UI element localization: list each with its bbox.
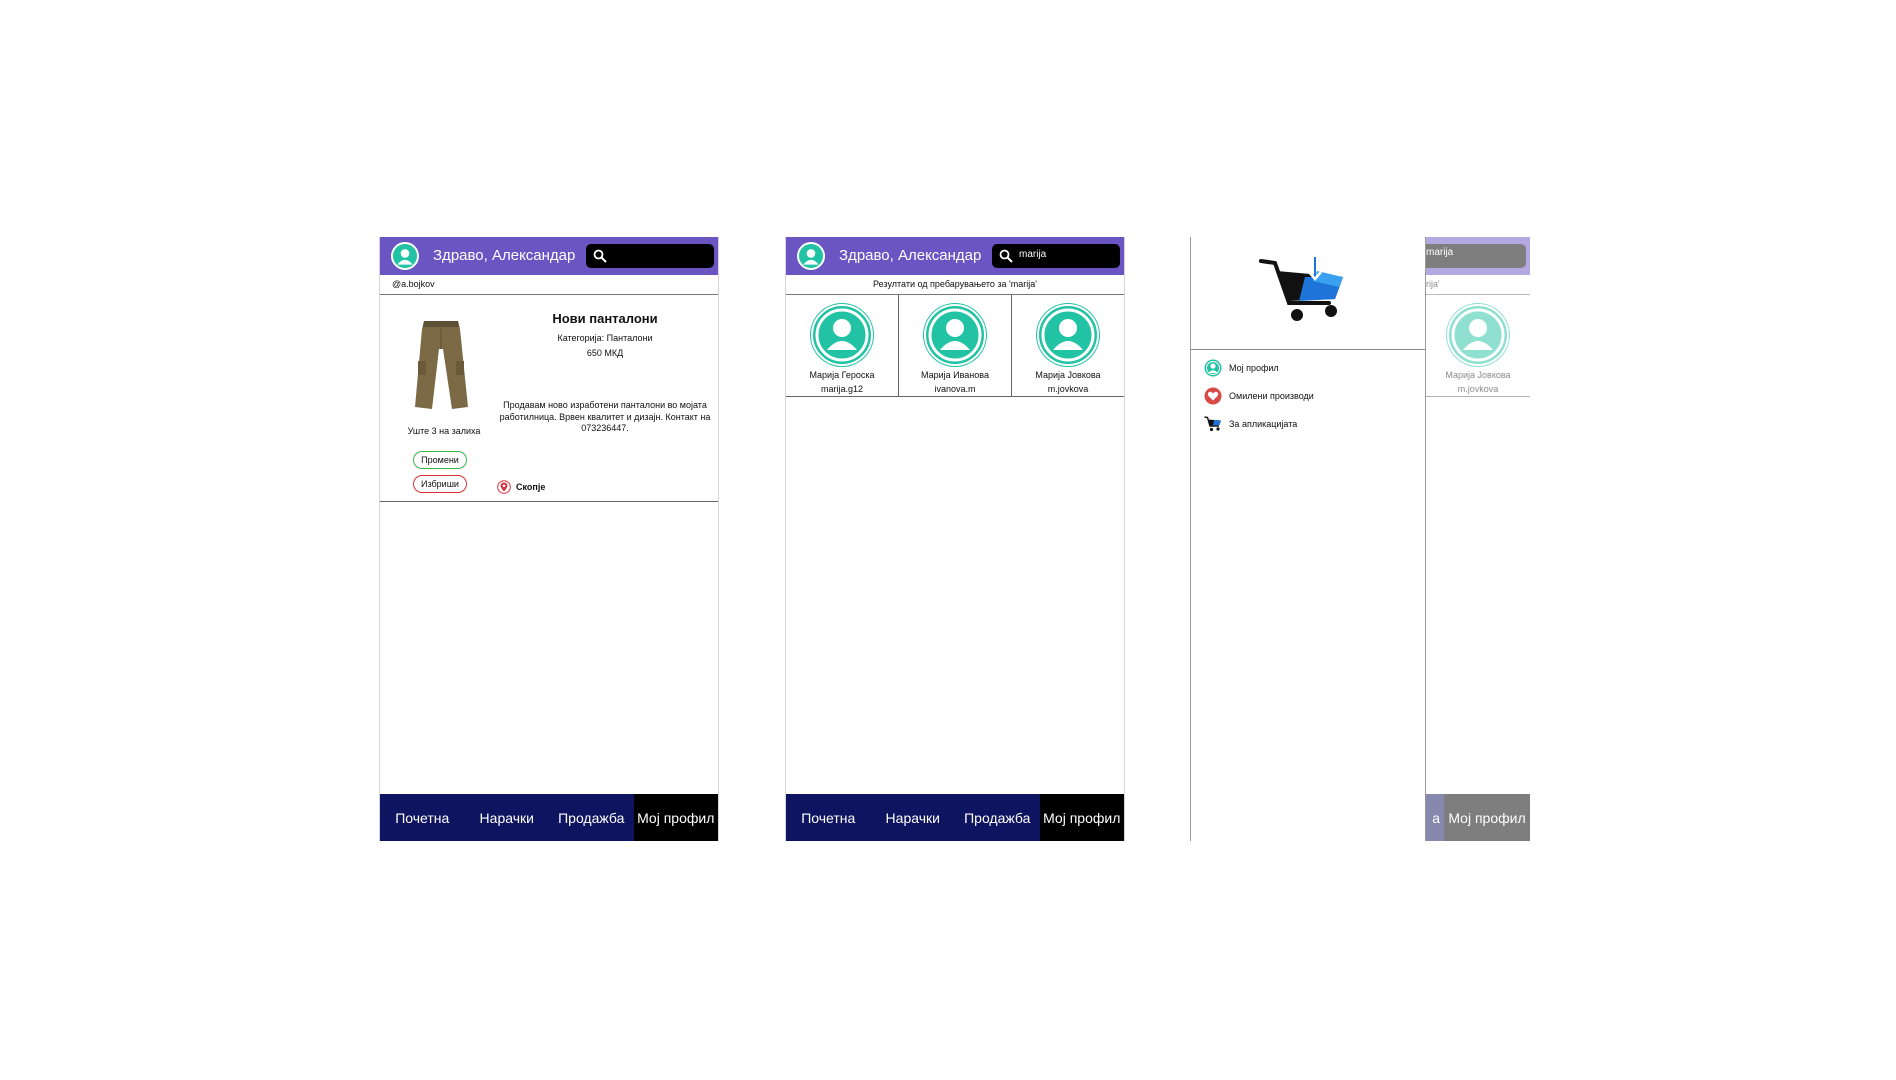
results-grid: Марија Героска marija.g12 Марија Иванова…: [786, 295, 1124, 397]
search-input[interactable]: marija: [992, 244, 1120, 268]
result-card[interactable]: Марија Героска marija.g12: [786, 295, 899, 396]
result-username: marija.g12: [820, 384, 864, 394]
drawer-header: [1191, 237, 1425, 350]
result-avatar: [1447, 304, 1509, 366]
nav-my-profile[interactable]: Мој профил: [1039, 794, 1124, 841]
menu-label: За апликацијата: [1229, 419, 1298, 429]
result-avatar: [924, 304, 986, 366]
results-label: Резултати од пребарувањето за 'marija': [873, 279, 1037, 289]
delete-button[interactable]: Избриши: [413, 475, 467, 493]
drawer-screen: marija rija' Марија Јовкова m.jovkova a …: [1190, 237, 1530, 841]
pants-image: [415, 321, 468, 409]
product-location: Скопје: [497, 480, 545, 494]
profile-avatar[interactable]: [797, 242, 825, 270]
search-icon: [593, 249, 607, 263]
nav-orders[interactable]: Нарачки: [871, 794, 956, 841]
side-drawer: Мој профил Омилени производи За апликаци…: [1190, 237, 1426, 841]
nav-orders[interactable]: Нарачки: [465, 794, 550, 841]
results-label: rija': [1426, 279, 1440, 289]
username: @a.bojkov: [392, 279, 435, 289]
edit-button[interactable]: Промени: [413, 451, 467, 469]
heart-icon: [1204, 387, 1222, 405]
stock-text: Уште 3 на залиха: [407, 426, 481, 436]
product-title: Нови панталони: [552, 311, 658, 326]
search-icon: [999, 249, 1013, 263]
result-card[interactable]: Марија Јовкова m.jovkova: [1426, 295, 1530, 397]
search-value: marija: [1426, 247, 1454, 258]
product-price: 650 МКД: [586, 348, 624, 358]
product-description: Продавам ново изработени панталони во мо…: [499, 400, 711, 433]
result-avatar: [811, 304, 873, 366]
menu-my-profile[interactable]: Мој профил: [1204, 359, 1279, 377]
search-input[interactable]: [586, 244, 714, 268]
user-icon: [1041, 308, 1095, 362]
app-header: Здраво, Александар marija: [786, 237, 1124, 275]
result-card[interactable]: Марија Јовкова m.jovkova: [1012, 295, 1124, 396]
result-username: m.jovkova: [1457, 384, 1499, 394]
username-bar: @a.bojkov: [380, 275, 718, 295]
nav-my-profile[interactable]: Мој профил: [633, 794, 718, 841]
cart-icon: [1204, 416, 1221, 432]
bottom-nav: Почетна Нарачки Продажба Мој профил: [380, 794, 718, 841]
user-icon: [928, 308, 982, 362]
result-name: Марија Јовкова: [1035, 370, 1101, 380]
nav-my-profile[interactable]: Мој профил: [1444, 794, 1530, 841]
user-icon: [1451, 308, 1505, 362]
result-username: m.jovkova: [1047, 384, 1089, 394]
result-name: Марија Героска: [809, 370, 875, 380]
nav-sales[interactable]: Продажба: [955, 794, 1040, 841]
product-screen: Здраво, Александар @a.bojkov Уште 3 на з…: [379, 237, 719, 841]
product-card[interactable]: Уште 3 на залиха Промени Избриши Нови па…: [380, 295, 718, 502]
result-avatar: [1037, 304, 1099, 366]
result-card[interactable]: Марија Иванова ivanova.m: [899, 295, 1012, 396]
menu-favorites[interactable]: Омилени производи: [1204, 387, 1314, 405]
search-results-screen: Здраво, Александар marija Резултати од п…: [785, 237, 1125, 841]
menu-about[interactable]: За апликацијата: [1204, 415, 1297, 433]
greeting: Здраво, Александар: [433, 247, 576, 264]
user-icon: [1204, 359, 1222, 377]
nav-home[interactable]: Почетна: [380, 794, 465, 841]
nav-sales[interactable]: Продажба: [549, 794, 634, 841]
menu-label: Омилени производи: [1229, 391, 1314, 401]
greeting: Здраво, Александар: [839, 247, 982, 264]
nav-home[interactable]: Почетна: [786, 794, 871, 841]
search-value: marija: [1019, 249, 1047, 260]
results-bar: Резултати од пребарувањето за 'marija': [786, 275, 1124, 295]
location-pin-icon: [497, 480, 511, 494]
user-icon: [803, 249, 819, 265]
profile-avatar[interactable]: [391, 242, 419, 270]
app-header: Здраво, Александар: [380, 237, 718, 275]
menu-label: Мој профил: [1229, 363, 1279, 373]
result-username: ivanova.m: [934, 384, 976, 394]
location-label: Скопје: [516, 482, 546, 492]
result-name: Марија Јовкова: [1445, 370, 1511, 380]
user-icon: [397, 249, 413, 265]
product-category: Категорија: Панталони: [557, 333, 653, 343]
result-name: Марија Иванова: [921, 370, 989, 380]
bottom-nav: Почетна Нарачки Продажба Мој профил: [786, 794, 1124, 841]
app-logo-cart-icon: [1259, 257, 1343, 321]
user-icon: [815, 308, 869, 362]
